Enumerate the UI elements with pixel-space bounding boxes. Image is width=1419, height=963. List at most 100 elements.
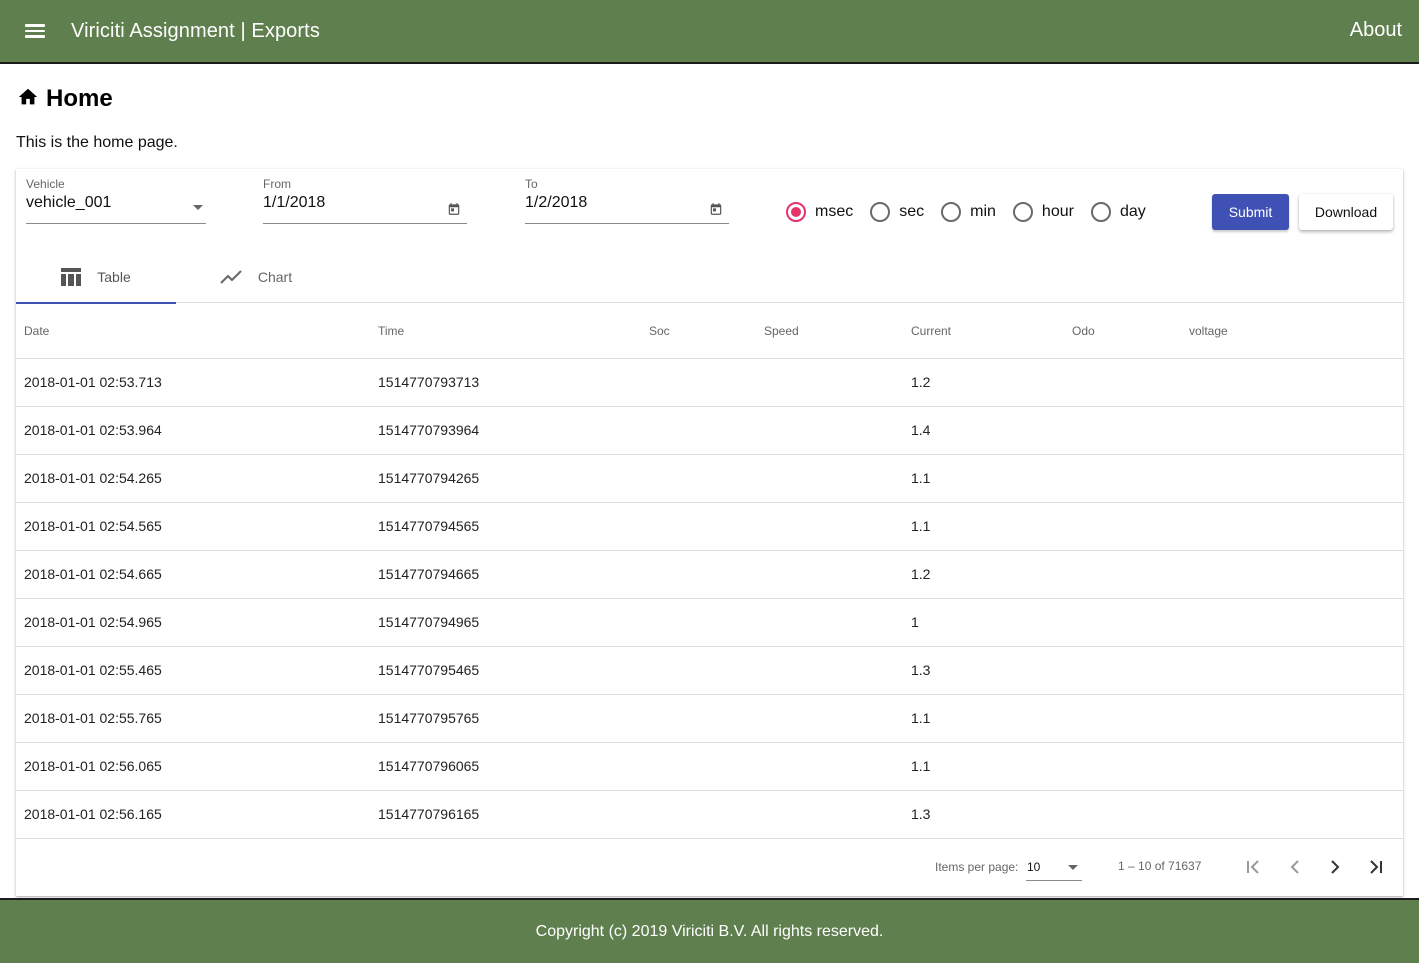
column-header: Current <box>911 324 952 338</box>
vehicle-underline <box>26 223 206 224</box>
to-value: 1/2/2018 <box>525 194 588 211</box>
about-link[interactable]: About <box>1350 19 1402 42</box>
vehicle-select[interactable]: Vehicle vehicle_001 <box>26 177 206 224</box>
table-row: 2018-01-01 02:55.765 1514770795765 1.1 <box>16 695 1403 743</box>
calendar-icon[interactable] <box>709 202 723 216</box>
from-label: From <box>263 177 291 191</box>
table-cell: 2018-01-01 02:53.713 <box>24 374 162 390</box>
table-cell: 1514770795765 <box>378 710 480 726</box>
table-cell: 1514770796065 <box>378 758 480 774</box>
data-table: Date Time Soc Speed Current Odo voltage … <box>16 303 1403 839</box>
column-header: Soc <box>649 324 670 338</box>
footer: Copyright (c) 2019 Viriciti B.V. All rig… <box>0 898 1419 963</box>
top-toolbar: Viriciti Assignment | Exports About <box>0 0 1419 64</box>
table-cell: 2018-01-01 02:54.565 <box>24 518 162 534</box>
table-cell: 2018-01-01 02:54.965 <box>24 614 162 630</box>
last-page-button[interactable] <box>1361 853 1389 881</box>
range-label: 1 – 10 of 71637 <box>1118 859 1202 873</box>
menu-icon[interactable] <box>25 19 49 43</box>
table-cell: 2018-01-01 02:55.465 <box>24 662 162 678</box>
paginator: Items per page: 10 1 – 10 of 71637 <box>16 839 1403 895</box>
table-row: 2018-01-01 02:56.165 1514770796165 1.3 <box>16 791 1403 839</box>
table-cell: 1514770794565 <box>378 518 480 534</box>
column-header: Time <box>378 324 405 338</box>
first-page-button[interactable] <box>1241 853 1269 881</box>
radio-sec[interactable]: sec <box>870 202 924 222</box>
table-cell: 2018-01-01 02:54.665 <box>24 566 162 582</box>
radio-hour[interactable]: hour <box>1012 202 1074 222</box>
table-cell: 1.1 <box>911 758 931 774</box>
items-per-page-value: 10 <box>1027 860 1041 874</box>
vehicle-value: vehicle_001 <box>26 194 112 211</box>
table-row: 2018-01-01 02:55.465 1514770795465 1.3 <box>16 647 1403 695</box>
items-per-page-label: Items per page: <box>935 860 1019 874</box>
copyright-text: Copyright (c) 2019 Viriciti B.V. All rig… <box>535 922 884 940</box>
table-cell: 2018-01-01 02:53.964 <box>24 422 162 438</box>
table-body: 2018-01-01 02:53.713 1514770793713 1.2 2018… <box>16 359 1403 839</box>
table-cell: 1514770793713 <box>378 374 480 390</box>
download-button[interactable]: Download <box>1299 194 1393 230</box>
column-header: Speed <box>764 324 799 338</box>
vehicle-label: Vehicle <box>26 177 65 191</box>
radio-button-icon <box>1012 202 1033 222</box>
previous-page-button[interactable] <box>1281 853 1309 881</box>
submit-button[interactable]: Submit <box>1212 194 1289 230</box>
items-per-page-select[interactable]: 10 <box>1026 857 1082 881</box>
to-date-field[interactable]: To 1/2/2018 <box>525 177 729 224</box>
chevron-down-icon <box>193 205 203 210</box>
table-row: 2018-01-01 02:53.713 1514770793713 1.2 <box>16 359 1403 407</box>
table-row: 2018-01-01 02:54.565 1514770794565 1.1 <box>16 503 1403 551</box>
page-title: Home <box>46 85 113 112</box>
from-value: 1/1/2018 <box>263 194 326 211</box>
table-row: 2018-01-01 02:54.265 1514770794265 1.1 <box>16 455 1403 503</box>
table-cell: 1514770793964 <box>378 422 480 438</box>
table-cell: 2018-01-01 02:55.765 <box>24 710 162 726</box>
radio-msec[interactable]: msec <box>786 202 853 222</box>
calendar-icon[interactable] <box>447 202 461 216</box>
last-page-icon <box>1370 860 1382 874</box>
radio-day[interactable]: day <box>1090 202 1146 222</box>
table-cell: 1514770794265 <box>378 470 480 486</box>
first-page-icon <box>1247 860 1259 874</box>
table-cell: 1.2 <box>911 566 931 582</box>
to-underline <box>525 223 729 224</box>
radio-button-checked-icon <box>786 202 806 222</box>
table-icon <box>61 268 82 286</box>
table-cell: 1.3 <box>911 806 931 822</box>
column-header: voltage <box>1189 324 1228 338</box>
chart-line-icon <box>220 270 242 284</box>
radio-label: sec <box>899 203 925 220</box>
from-date-field[interactable]: From 1/1/2018 <box>263 177 467 224</box>
table-row: 2018-01-01 02:54.965 1514770794965 1 <box>16 599 1403 647</box>
radio-label: day <box>1119 203 1146 220</box>
table-cell: 1.3 <box>911 662 931 678</box>
table-row: 2018-01-01 02:54.665 1514770794665 1.2 <box>16 551 1403 599</box>
exports-card: Vehicle vehicle_001 From 1/1/2018 To 1/2… <box>16 169 1403 896</box>
table-cell: 1514770794665 <box>378 566 480 582</box>
table-row: 2018-01-01 02:56.065 1514770796065 1.1 <box>16 743 1403 791</box>
page-heading: Home <box>17 85 113 113</box>
radio-min[interactable]: min <box>941 202 996 222</box>
chevron-down-icon <box>1068 865 1078 870</box>
tab-table[interactable]: Table <box>16 251 176 304</box>
radio-label: min <box>970 203 996 220</box>
table-cell: 2018-01-01 02:56.065 <box>24 758 162 774</box>
next-page-button[interactable] <box>1321 853 1349 881</box>
table-cell: 1514770794965 <box>378 614 480 630</box>
from-underline <box>263 223 467 224</box>
table-cell: 1 <box>911 614 919 630</box>
tab-label: Chart <box>257 269 293 285</box>
radio-button-icon <box>870 202 891 222</box>
chevron-left-icon <box>1290 860 1299 874</box>
table-cell: 1.1 <box>911 710 931 726</box>
tab-chart[interactable]: Chart <box>176 251 336 303</box>
table-cell: 2018-01-01 02:56.165 <box>24 806 162 822</box>
view-tabs: Table Chart <box>16 251 1403 304</box>
table-row: 2018-01-01 02:53.964 1514770793964 1.4 <box>16 407 1403 455</box>
radio-label: msec <box>815 203 854 220</box>
table-cell: 1514770795465 <box>378 662 480 678</box>
radio-label: hour <box>1041 203 1074 220</box>
radio-button-icon <box>941 202 962 222</box>
table-cell: 1514770796165 <box>378 806 480 822</box>
table-cell: 2018-01-01 02:54.265 <box>24 470 162 486</box>
